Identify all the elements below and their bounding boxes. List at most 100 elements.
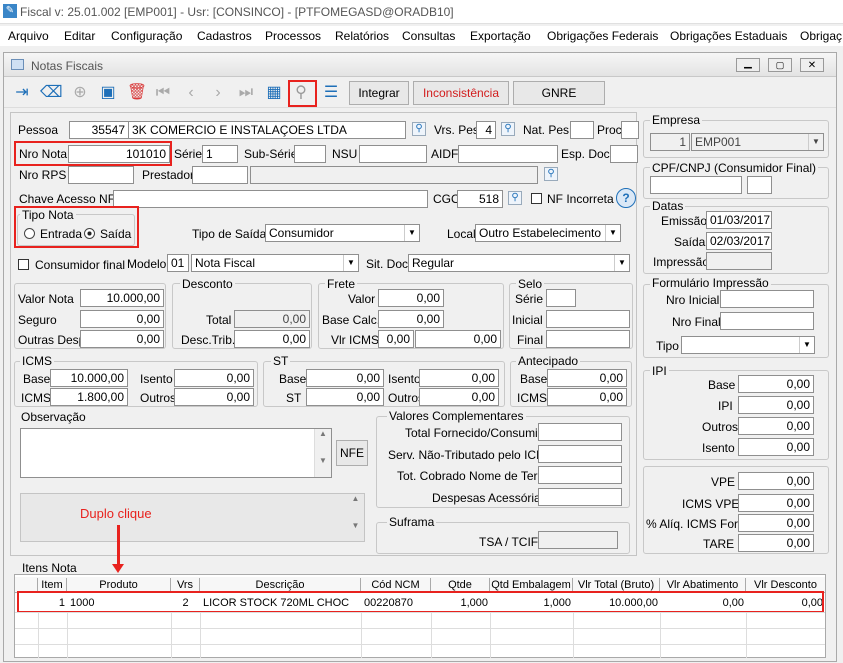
pessoa-code-input[interactable]: 35547	[69, 121, 129, 139]
icms-vpe-input[interactable]: 0,00	[738, 494, 814, 512]
cell-vlr-desconto[interactable]: 0,00	[746, 596, 823, 610]
menu-configuracao[interactable]: Configuração	[111, 29, 182, 43]
prev-record-icon[interactable]: ‹	[180, 82, 202, 104]
chave-acesso-input[interactable]	[113, 190, 428, 208]
col-vrs[interactable]: Vrs	[171, 578, 200, 592]
pessoa-name-input[interactable]: 3K COMERCIO E INSTALAÇOES LTDA	[128, 121, 406, 139]
tsa-input[interactable]	[538, 531, 618, 549]
cell-qtde[interactable]: 1,000	[431, 596, 488, 610]
last-record-icon[interactable]: ⏭	[235, 82, 257, 104]
icms-icms-input[interactable]: 1.800,00	[50, 388, 128, 406]
cell-vlr-abatimento[interactable]: 0,00	[660, 596, 744, 610]
nat-pes-input[interactable]	[570, 121, 594, 139]
ipi-isento-input[interactable]: 0,00	[738, 438, 814, 456]
vrs-pes-input[interactable]: 4	[476, 121, 496, 139]
entrada-radio[interactable]	[24, 228, 35, 239]
menu-obrigacoes-estaduais[interactable]: Obrigações Estaduais	[670, 29, 787, 43]
serie-input[interactable]: 1	[202, 145, 238, 163]
nro-final-input[interactable]	[720, 312, 814, 330]
col-vlr-abatimento[interactable]: Vlr Abatimento	[660, 578, 746, 592]
menu-editar[interactable]: Editar	[64, 29, 95, 43]
cell-produto[interactable]: 1000	[70, 596, 170, 610]
menu-obrigacoes-federais[interactable]: Obrigações Federais	[547, 29, 658, 43]
eraser-icon[interactable]: ⌫	[40, 82, 63, 104]
grid-icon[interactable]: ▦	[263, 82, 285, 104]
empresa-select[interactable]: EMP001 ▼	[691, 133, 824, 151]
aidf-input[interactable]	[458, 145, 558, 163]
search-icon[interactable]: ⚲	[290, 82, 312, 104]
prestador-code-input[interactable]	[192, 166, 248, 184]
first-record-icon[interactable]: ⏮	[152, 82, 174, 104]
esp-doc-input[interactable]	[610, 145, 638, 163]
add-icon[interactable]: ⊕	[69, 82, 91, 104]
cgo-input[interactable]: 518	[457, 190, 503, 208]
cpf-cnpj-input[interactable]	[650, 176, 742, 194]
observacao-scrollbar[interactable]: ▲ ▼	[314, 429, 331, 477]
consumidor-final-checkbox[interactable]	[18, 259, 29, 270]
help-icon[interactable]: ?	[616, 188, 636, 208]
nro-inicial-input[interactable]	[720, 290, 814, 308]
local-select[interactable]: Outro Estabelecimento ▼	[475, 224, 621, 242]
modelo-select[interactable]: Nota Fiscal ▼	[191, 254, 359, 272]
aliq-icms-forn-input[interactable]: 0,00	[738, 514, 814, 532]
vc-tot-cobrado-input[interactable]	[538, 466, 622, 484]
st-st-input[interactable]: 0,00	[306, 388, 384, 406]
antecipado-base-input[interactable]: 0,00	[547, 369, 627, 387]
vpe-input[interactable]: 0,00	[738, 472, 814, 490]
menu-cadastros[interactable]: Cadastros	[197, 29, 252, 43]
icms-base-input[interactable]: 10.000,00	[50, 369, 128, 387]
desconto-total-input[interactable]: 0,00	[234, 310, 310, 328]
save-icon[interactable]: ▣	[97, 82, 119, 104]
icms-isento-input[interactable]: 0,00	[174, 369, 254, 387]
integrar-button[interactable]: Integrar	[349, 81, 409, 105]
st-outros-input[interactable]: 0,00	[419, 388, 499, 406]
saida-radio[interactable]	[84, 228, 95, 239]
outras-desp-input[interactable]: 0,00	[80, 330, 164, 348]
col-item[interactable]: Item	[38, 578, 67, 592]
nf-incorreta-checkbox[interactable]	[531, 193, 542, 204]
chevron-down-icon[interactable]: ▼	[799, 337, 814, 353]
cgo-lookup-icon[interactable]: ⚲	[508, 191, 522, 205]
empresa-code-input[interactable]: 1	[650, 133, 690, 151]
col-produto[interactable]: Produto	[67, 578, 171, 592]
col-qtd-embalagem[interactable]: Qtd Embalagem	[490, 578, 573, 592]
vrs-pes-lookup-icon[interactable]: ⚲	[501, 122, 515, 136]
st-base-input[interactable]: 0,00	[306, 369, 384, 387]
menu-consultas[interactable]: Consultas	[402, 29, 455, 43]
chevron-down-icon[interactable]: ▼	[404, 225, 419, 241]
cell-cod-ncm[interactable]: 00220870	[364, 596, 430, 610]
valor-nota-input[interactable]: 10.000,00	[80, 289, 164, 307]
menu-processos[interactable]: Processos	[265, 29, 321, 43]
observacao-secondary-area[interactable]	[20, 493, 365, 542]
cell-descricao[interactable]: LICOR STOCK 720ML CHOC	[203, 596, 361, 610]
col-vlr-total[interactable]: Vlr Total (Bruto)	[573, 578, 660, 592]
ipi-outros-input[interactable]: 0,00	[738, 417, 814, 435]
ipi-base-input[interactable]: 0,00	[738, 375, 814, 393]
frete-vlr-icms-a-input[interactable]: 0,00	[378, 330, 414, 348]
exit-icon[interactable]: ⇥	[11, 82, 33, 104]
cpf-cnpj-digit-input[interactable]	[747, 176, 772, 194]
proc-input[interactable]	[621, 121, 639, 139]
col-vlr-desconto[interactable]: Vlr Desconto	[746, 578, 825, 592]
saida-date-input[interactable]: 02/03/2017	[706, 232, 772, 250]
st-isento-input[interactable]: 0,00	[419, 369, 499, 387]
menu-arquivo[interactable]: Arquivo	[8, 29, 49, 43]
sit-doc-select[interactable]: Regular ▼	[408, 254, 630, 272]
col-qtde[interactable]: Qtde	[431, 578, 490, 592]
selo-final-input[interactable]	[546, 330, 630, 348]
frete-vlr-icms-b-input[interactable]: 0,00	[415, 330, 501, 348]
cell-qtd-embalagem[interactable]: 1,000	[490, 596, 571, 610]
ipi-ipi-input[interactable]: 0,00	[738, 396, 814, 414]
sub-serie-input[interactable]	[294, 145, 326, 163]
col-descricao[interactable]: Descrição	[200, 578, 361, 592]
antecipado-icms-input[interactable]: 0,00	[547, 388, 627, 406]
tare-input[interactable]: 0,00	[738, 534, 814, 552]
seguro-input[interactable]: 0,00	[80, 310, 164, 328]
delete-icon[interactable]: 🗑	[126, 82, 148, 104]
icms-outros-input[interactable]: 0,00	[174, 388, 254, 406]
list-options-icon[interactable]: ☰	[320, 82, 342, 104]
modelo-code-input[interactable]: 01	[167, 254, 189, 272]
chevron-down-icon[interactable]: ▼	[614, 255, 629, 271]
nro-rps-input[interactable]	[68, 166, 134, 184]
formulario-tipo-select[interactable]: ▼	[681, 336, 815, 354]
